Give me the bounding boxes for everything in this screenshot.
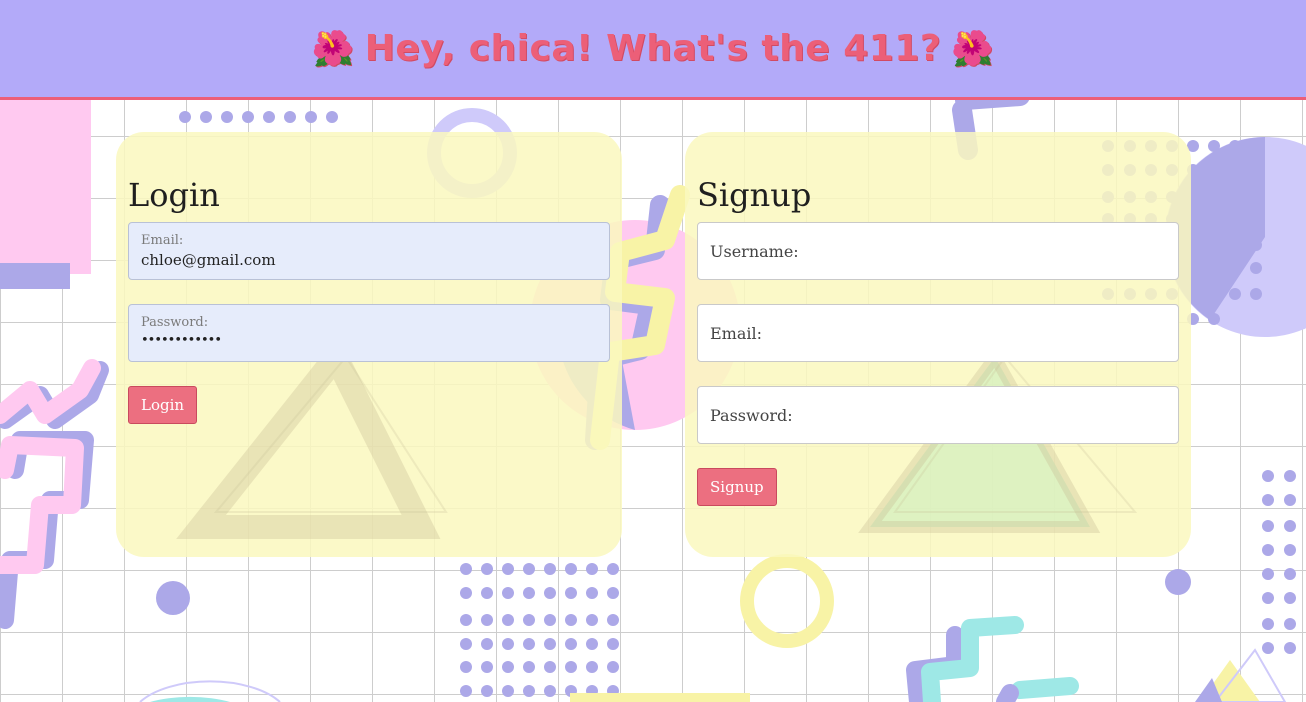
dots-row-shape — [179, 111, 338, 123]
app-header: 🌺 Hey, chica! What's the 411? 🌺 — [0, 0, 1306, 100]
signup-button[interactable]: Signup — [697, 468, 777, 506]
login-email-field[interactable]: Email: chloe@gmail.com — [128, 222, 610, 280]
signup-password-field[interactable]: Password: — [697, 386, 1179, 444]
lavender-bar-shape — [0, 263, 70, 289]
dot-shape — [156, 581, 190, 615]
signup-heading: Signup — [697, 176, 812, 214]
hibiscus-icon: 🌺 — [311, 29, 355, 69]
triangle-decoration — [176, 342, 448, 539]
login-password-field[interactable]: Password: •••••••••••• — [128, 304, 610, 362]
login-card: Login Email: chloe@gmail.com Password: •… — [116, 132, 622, 557]
signup-username-field[interactable]: Username: — [697, 222, 1179, 280]
signup-card: Signup Username: Email: Password: Signup — [685, 132, 1191, 557]
page-title-text: Hey, chica! What's the 411? — [364, 28, 942, 69]
page-title: 🌺 Hey, chica! What's the 411? 🌺 — [302, 28, 1004, 69]
login-heading: Login — [128, 176, 220, 214]
signup-email-field[interactable]: Email: — [697, 304, 1179, 362]
dot-grid-shape — [460, 563, 619, 697]
hibiscus-icon: 🌺 — [951, 29, 995, 69]
pink-rectangle-shape — [0, 96, 91, 274]
